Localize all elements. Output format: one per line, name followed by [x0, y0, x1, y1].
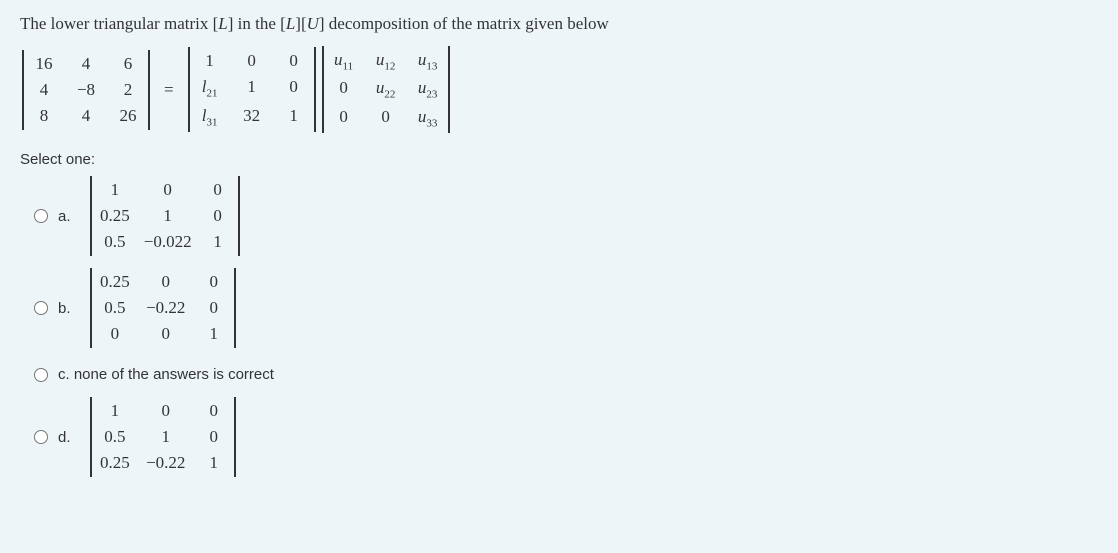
cell: u23 [416, 78, 440, 100]
bracket-right-icon [234, 397, 236, 477]
cell: 0.25 [100, 206, 130, 226]
cell: −0.22 [144, 453, 188, 473]
cell: 1 [100, 401, 130, 421]
cell: 4 [74, 106, 98, 126]
option-c[interactable]: c. none of the answers is correct [34, 366, 1098, 383]
cell: 0 [202, 272, 226, 292]
cell: u12 [374, 50, 398, 72]
cell: −0.22 [144, 298, 188, 318]
cell: 0 [144, 272, 188, 292]
cell: 8 [32, 106, 56, 126]
cell: u11 [332, 50, 356, 72]
subscript: 22 [384, 89, 395, 101]
cell: 0 [206, 180, 230, 200]
matrix-l: 1 0 0 l21 1 0 l31 32 1 [188, 47, 316, 132]
cell: 4 [74, 54, 98, 74]
cell: 0 [202, 298, 226, 318]
question-span: The lower triangular matrix [L] in the [… [20, 14, 609, 33]
cell: 0 [202, 401, 226, 421]
cell: 0.5 [100, 427, 130, 447]
cell: 0.25 [100, 453, 130, 473]
cell: l31 [198, 106, 222, 128]
option-d-matrix: 1 0 0 0.5 1 0 0.25 −0.22 1 [90, 397, 236, 477]
cell: 1 [202, 453, 226, 473]
cell: 0 [374, 107, 398, 129]
radio-b[interactable] [34, 301, 48, 315]
cell: 1 [144, 206, 192, 226]
cell: l21 [198, 77, 222, 99]
cell: u33 [416, 107, 440, 129]
bracket-right-icon [238, 176, 240, 256]
cell: 0 [240, 51, 264, 71]
bracket-right-icon [314, 47, 316, 132]
cell: 0 [144, 324, 188, 344]
cell: 32 [240, 106, 264, 128]
equation: 16 4 6 4 −8 2 8 4 26 = 1 0 0 l21 1 0 l31… [22, 46, 1098, 133]
cell: 0 [206, 206, 230, 226]
cell: u22 [374, 78, 398, 100]
cell: 0.5 [100, 298, 130, 318]
cell: 0 [332, 107, 356, 129]
bracket-left-icon [22, 50, 24, 130]
option-b[interactable]: b. 0.25 0 0 0.5 −0.22 0 0 0 1 [34, 268, 1098, 348]
cell: 1 [198, 51, 222, 71]
cell: u13 [416, 50, 440, 72]
option-label: b. [58, 300, 76, 317]
var: u [334, 50, 343, 69]
question-text: The lower triangular matrix [L] in the [… [20, 14, 1098, 34]
bracket-left-icon [90, 397, 92, 477]
cell: 2 [116, 80, 140, 100]
cell: 1 [144, 427, 188, 447]
bracket-left-icon [188, 47, 190, 132]
cell: 1 [100, 180, 130, 200]
option-label: a. [58, 208, 76, 225]
subscript: 13 [426, 60, 437, 72]
cell: 0 [100, 324, 130, 344]
cell: 1 [202, 324, 226, 344]
bracket-right-icon [234, 268, 236, 348]
cell: 16 [32, 54, 56, 74]
subscript: 31 [206, 116, 217, 128]
bracket-left-icon [90, 176, 92, 256]
cell: −8 [74, 80, 98, 100]
option-label: d. [58, 429, 76, 446]
radio-d[interactable] [34, 430, 48, 444]
cell: −0.022 [144, 232, 192, 252]
cell: 1 [206, 232, 230, 252]
bracket-left-icon [90, 268, 92, 348]
radio-a[interactable] [34, 209, 48, 223]
matrix-u: u11 u12 u13 0 u22 u23 0 0 u33 [322, 46, 450, 133]
subscript: 23 [426, 89, 437, 101]
cell: 0 [144, 401, 188, 421]
cell: 0 [332, 78, 356, 100]
option-b-matrix: 0.25 0 0 0.5 −0.22 0 0 0 1 [90, 268, 236, 348]
cell: 0 [202, 427, 226, 447]
matrix-a: 16 4 6 4 −8 2 8 4 26 [22, 50, 150, 130]
cell: 0 [282, 51, 306, 71]
bracket-left-icon [322, 46, 324, 133]
bracket-right-icon [448, 46, 450, 133]
cell: 4 [32, 80, 56, 100]
subscript: 21 [206, 88, 217, 100]
option-a[interactable]: a. 1 0 0 0.25 1 0 0.5 −0.022 1 [34, 176, 1098, 256]
cell: 0 [144, 180, 192, 200]
cell: 6 [116, 54, 140, 74]
option-label: c. none of the answers is correct [58, 366, 274, 383]
subscript: 12 [384, 60, 395, 72]
option-a-matrix: 1 0 0 0.25 1 0 0.5 −0.022 1 [90, 176, 240, 256]
select-one-label: Select one: [20, 151, 1098, 168]
cell: 26 [116, 106, 140, 126]
subscript: 33 [426, 117, 437, 129]
cell: 1 [240, 77, 264, 99]
cell: 1 [282, 106, 306, 128]
equals-sign: = [164, 80, 174, 100]
radio-c[interactable] [34, 368, 48, 382]
cell: 0 [282, 77, 306, 99]
subscript: 11 [343, 60, 354, 72]
cell: 0.25 [100, 272, 130, 292]
bracket-right-icon [148, 50, 150, 130]
option-d[interactable]: d. 1 0 0 0.5 1 0 0.25 −0.22 1 [34, 397, 1098, 477]
cell: 0.5 [100, 232, 130, 252]
